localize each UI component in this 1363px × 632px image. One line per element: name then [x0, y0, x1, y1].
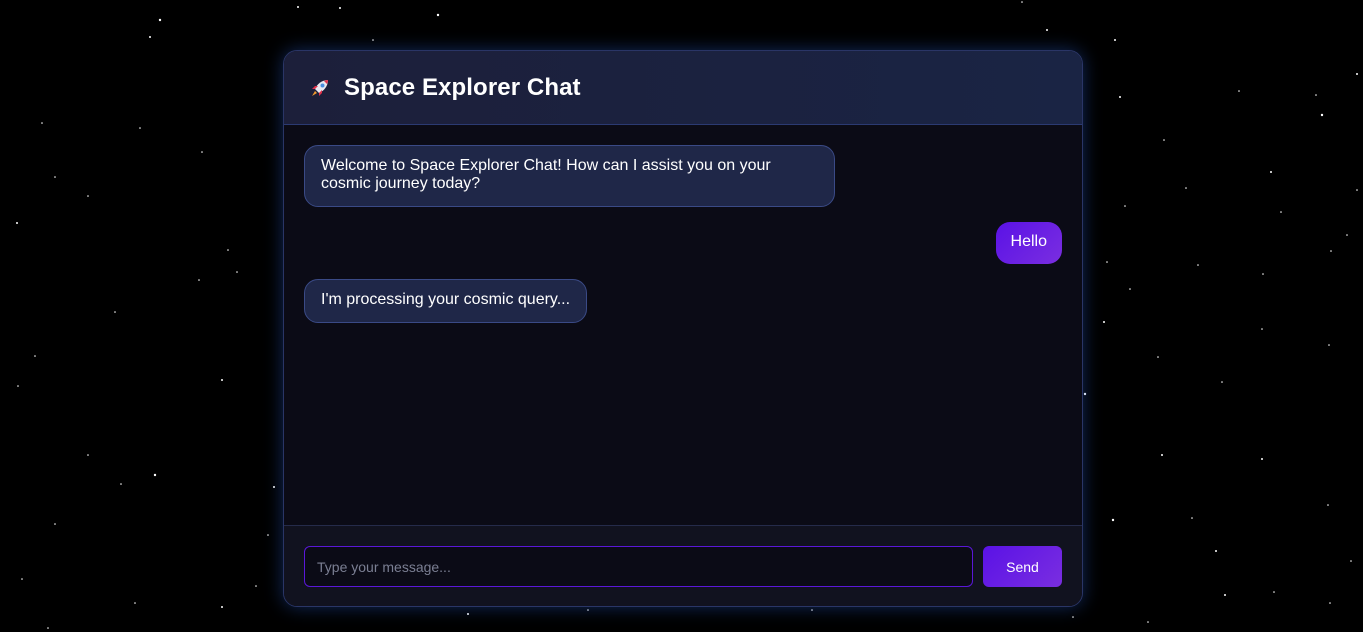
bot-message: I'm processing your cosmic query...: [304, 279, 588, 323]
chat-title: Space Explorer Chat: [344, 73, 581, 101]
rocket-icon: [308, 76, 332, 100]
message-list[interactable]: Welcome to Space Explorer Chat! How can …: [284, 125, 1082, 525]
user-message: Hello: [995, 222, 1062, 264]
bot-message: Welcome to Space Explorer Chat! How can …: [304, 145, 835, 207]
chat-header: Space Explorer Chat: [284, 51, 1082, 125]
chat-window: Space Explorer Chat Welcome to Space Exp…: [283, 50, 1083, 607]
send-button[interactable]: Send: [983, 546, 1062, 587]
composer: Send: [284, 525, 1082, 606]
message-input[interactable]: [304, 546, 973, 587]
